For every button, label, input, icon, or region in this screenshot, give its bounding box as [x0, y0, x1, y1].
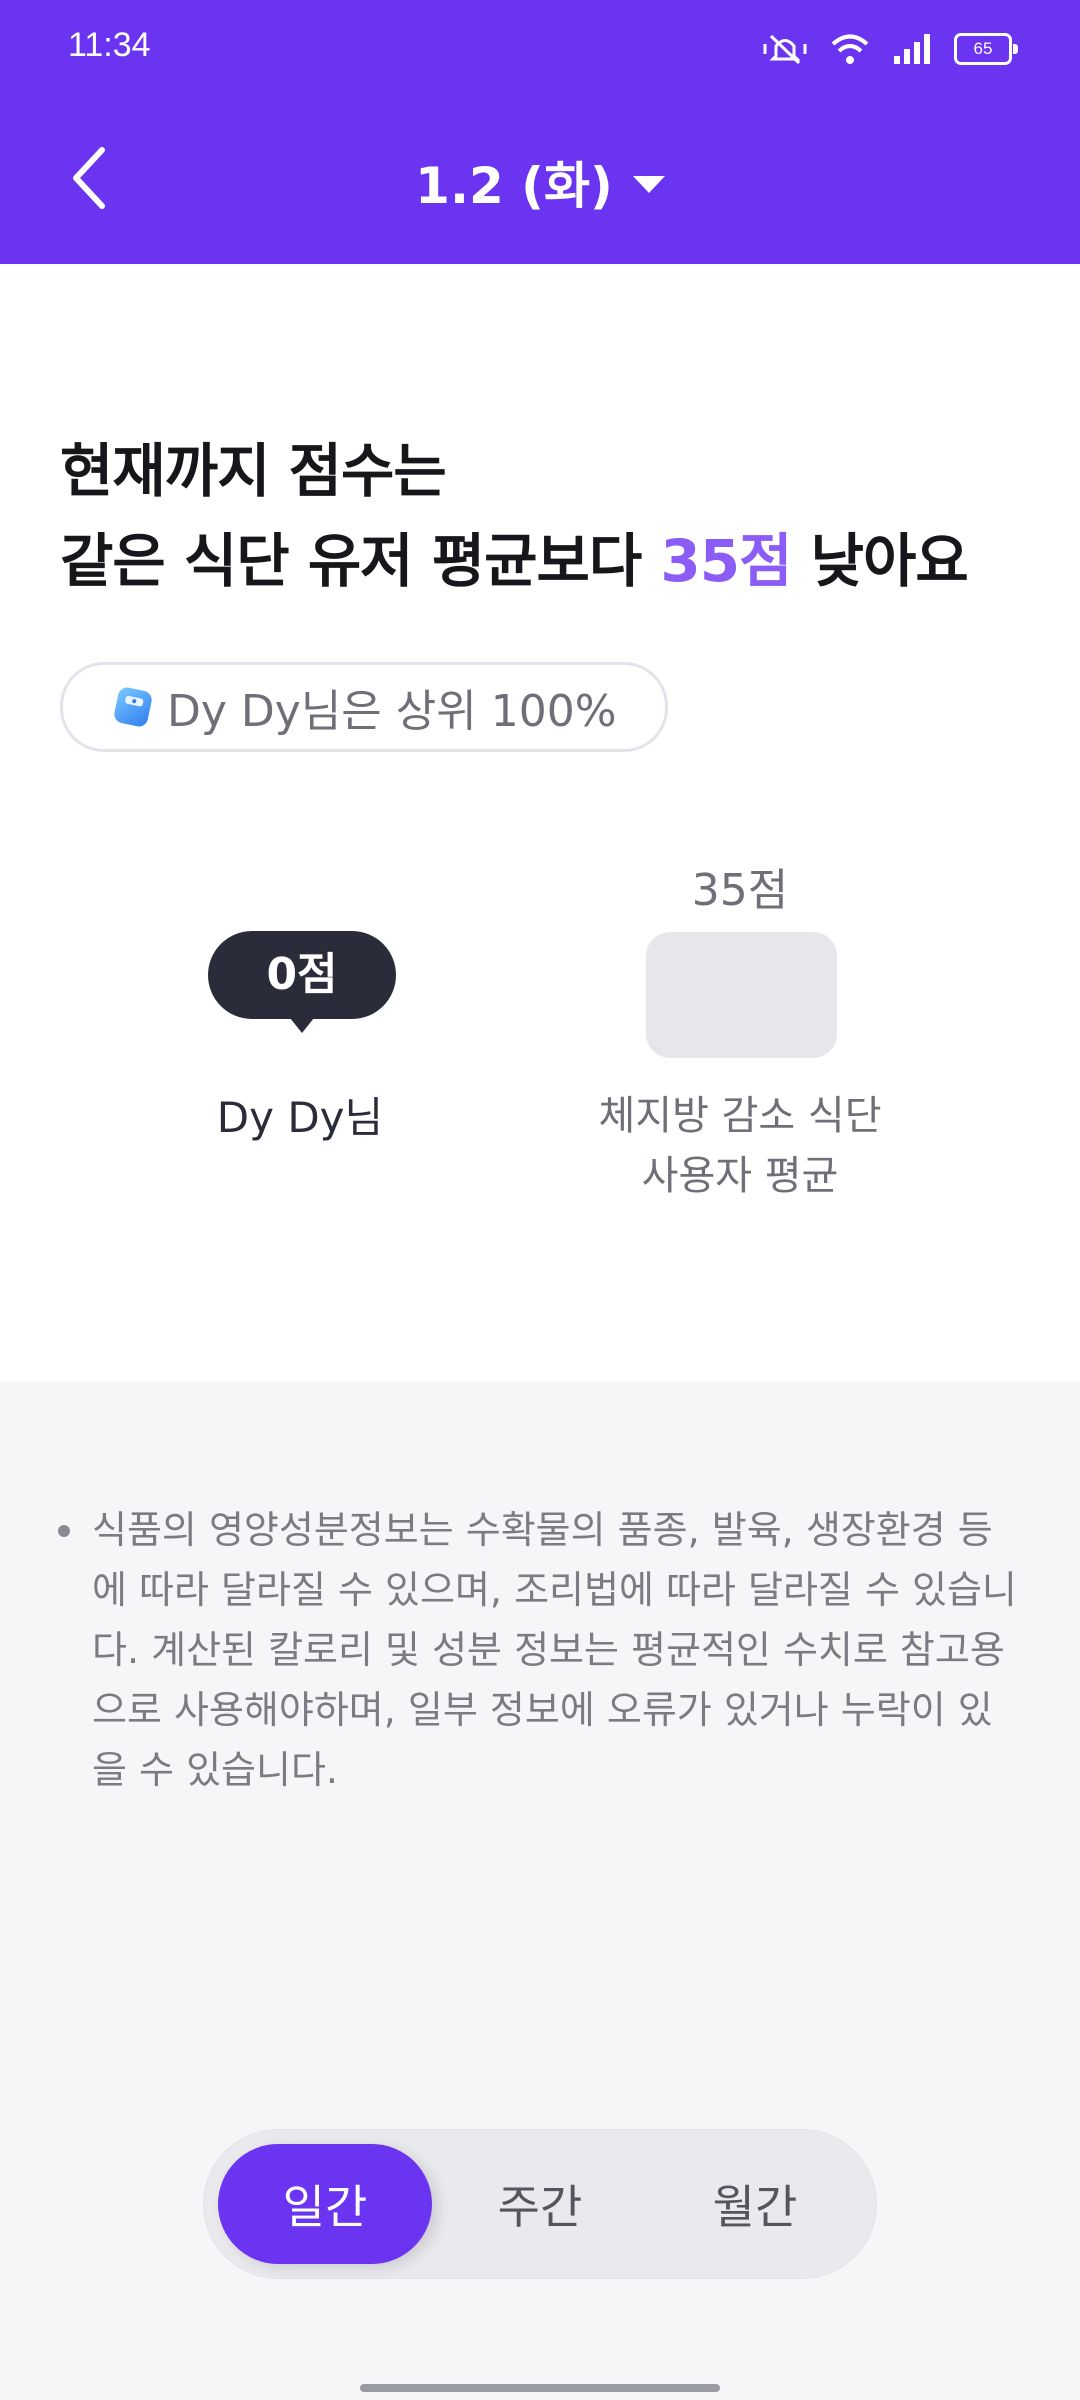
- signal-icon: [894, 34, 930, 64]
- tab-weekly[interactable]: 주간: [433, 2144, 647, 2264]
- battery-icon: 65: [954, 33, 1018, 65]
- disclaimer-text: 식품의 영양성분정보는 수확물의 품종, 발육, 생장환경 등에 따라 달라질 …: [92, 1508, 1017, 1792]
- wifi-icon: [831, 34, 869, 64]
- average-label-line-1: 체지방 감소 식단: [598, 1093, 882, 1139]
- date-dropdown[interactable]: 1.2 (화): [0, 146, 1080, 218]
- caret-down-icon: [632, 175, 665, 193]
- tab-monthly[interactable]: 월간: [648, 2144, 862, 2264]
- mute-vibrate-icon: [763, 34, 807, 65]
- status-icons: 65: [762, 26, 1018, 72]
- nutrition-disclaimer: 식품의 영양성분정보는 수확물의 품종, 발육, 생장환경 등에 따라 달라질 …: [58, 1500, 1018, 1800]
- average-score-label: 35점: [691, 865, 789, 916]
- status-time: 11:34: [68, 26, 151, 64]
- score-chart: 0점 Dy Dy님 35점 체지방 감소 식단 사용자 평균: [0, 264, 1080, 1382]
- date-label: 1.2 (화): [415, 157, 613, 215]
- app-bar: 11:34 65 1.2 (화): [0, 0, 1080, 264]
- tab-daily[interactable]: 일간: [218, 2144, 432, 2264]
- home-indicator[interactable]: [360, 2384, 720, 2392]
- bullet-dot: [58, 1525, 70, 1537]
- user-name-label: Dy Dy님: [216, 1093, 384, 1142]
- score-comparison-card: 현재까지 점수는 같은 식단 유저 평균보다 35점 낮아요 Dy Dy님은 상…: [0, 264, 1080, 1382]
- period-segmented-control: 일간 주간 월간: [204, 2130, 876, 2278]
- average-label-line-2: 사용자 평균: [641, 1153, 839, 1199]
- user-score-bubble: 0점: [208, 931, 396, 1033]
- average-score-bar: [646, 932, 837, 1058]
- average-label: 체지방 감소 식단 사용자 평균: [540, 1086, 940, 1206]
